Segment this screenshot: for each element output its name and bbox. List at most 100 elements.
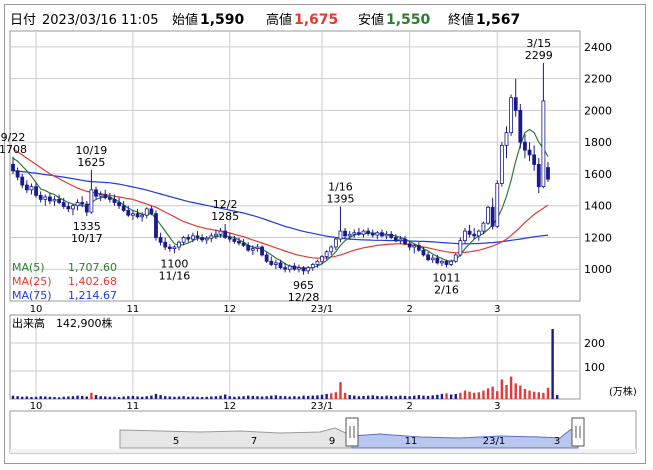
volume-bar [486, 388, 490, 399]
candle-body [536, 164, 541, 188]
price-y-tick: 1200 [584, 231, 612, 244]
candle-body [98, 194, 103, 197]
volume-bar [523, 388, 527, 399]
candle-body [190, 235, 195, 240]
candle-body [453, 254, 458, 262]
candle-body [430, 257, 435, 261]
volume-bar [316, 395, 319, 399]
candle-body [343, 230, 347, 237]
volume-bar [122, 396, 125, 399]
candle-body [167, 246, 172, 249]
navigator-left-handle[interactable] [345, 417, 359, 447]
candle-body [158, 237, 163, 243]
candle-body [532, 154, 537, 165]
volume-bar [320, 394, 324, 399]
candle-body [71, 205, 75, 210]
volume-bar [131, 395, 135, 399]
navigator-label: 7 [251, 436, 257, 447]
navigator-label: 5 [173, 436, 179, 447]
candle-body [232, 238, 237, 242]
volume-bar [389, 395, 393, 399]
candle-body [103, 194, 108, 199]
candle-body [264, 254, 269, 262]
volume-bar [477, 392, 481, 399]
navigator-scrollbar[interactable] [10, 449, 636, 453]
candle-body [472, 233, 477, 237]
candle-body [449, 260, 454, 265]
volume-bar [417, 395, 421, 399]
volume-bar [48, 396, 52, 399]
candle-body [366, 230, 371, 234]
price-x-tick: 12 [223, 304, 236, 315]
volume-bar [496, 391, 499, 399]
candle-body [338, 230, 343, 240]
volume-bar [357, 396, 361, 399]
volume-bar [127, 396, 130, 399]
volume-bar [454, 393, 457, 399]
volume-bar [306, 395, 310, 399]
candle-body [278, 262, 283, 269]
candle-body [370, 233, 375, 236]
volume-value: 142,900株 [56, 316, 113, 330]
candle-body [292, 265, 297, 270]
candle-body [301, 267, 306, 272]
candle-body [476, 230, 481, 237]
navigator-right-handle[interactable] [571, 417, 585, 447]
price-y-tick: 1800 [584, 136, 612, 149]
candle-body [24, 184, 29, 191]
legend-ma75-value: 1,214.67 [68, 289, 117, 302]
candle-body [315, 260, 320, 265]
candle-body [523, 141, 527, 151]
volume-bar [71, 396, 75, 399]
candle-body [195, 235, 200, 238]
volume-bar [247, 395, 250, 399]
candle-body [250, 248, 255, 251]
volume-bar [385, 395, 388, 399]
candle-body [241, 242, 246, 246]
candle-body [144, 208, 149, 216]
candle-body [172, 246, 177, 249]
volume-bar [233, 396, 236, 399]
volume-bar [436, 394, 439, 399]
annotation-label: 10/17 [71, 232, 103, 245]
price-x-tick: 23/1 [311, 304, 333, 315]
candle-body [15, 170, 20, 178]
volume-bar [514, 383, 517, 399]
volume-x-tick: 2 [406, 401, 412, 412]
volume-bar [440, 393, 444, 399]
volume-unit: (万株) [609, 385, 637, 398]
date-value: 2023/03/16 11:05 [42, 13, 159, 28]
volume-bar [334, 392, 338, 399]
candle-body [393, 237, 398, 242]
header-bar: 日付 2023/03/16 11:05 始値 1,590 高値 1,675 安値… [10, 12, 520, 28]
volume-bar [251, 395, 255, 399]
candle-body [94, 189, 98, 197]
price-y-tick: 1000 [584, 263, 612, 276]
volume-bar [330, 393, 333, 399]
legend-ma5-value: 1,707.60 [68, 261, 117, 274]
volume-bar [551, 329, 554, 399]
volume-bar [177, 396, 181, 399]
volume-bar [556, 395, 559, 399]
volume-bar [542, 392, 545, 399]
volume-bar [228, 396, 231, 399]
candle-body [398, 238, 403, 242]
price-y-tick: 1400 [584, 200, 612, 213]
navigator-label: 23/1 [483, 436, 505, 447]
volume-bar [482, 390, 485, 399]
volume-bar [237, 396, 241, 399]
volume-bars[interactable] [11, 329, 559, 399]
navigator[interactable]: 5 7 9 11 23/1 3 [10, 417, 636, 453]
candle-body [227, 237, 232, 240]
candle-body [509, 97, 514, 134]
volume-bar [366, 395, 370, 399]
candle-body [329, 246, 334, 253]
candle-body [320, 256, 324, 262]
volume-bar [104, 396, 107, 399]
volume-bar [422, 395, 425, 399]
legend-ma5-label: MA(5) [12, 261, 45, 274]
volume-bar [297, 396, 301, 399]
stock-chart[interactable]: 日付 2023/03/16 11:05 始値 1,590 高値 1,675 安値… [0, 0, 653, 470]
volume-bar [80, 395, 84, 399]
candle-body [440, 260, 444, 264]
